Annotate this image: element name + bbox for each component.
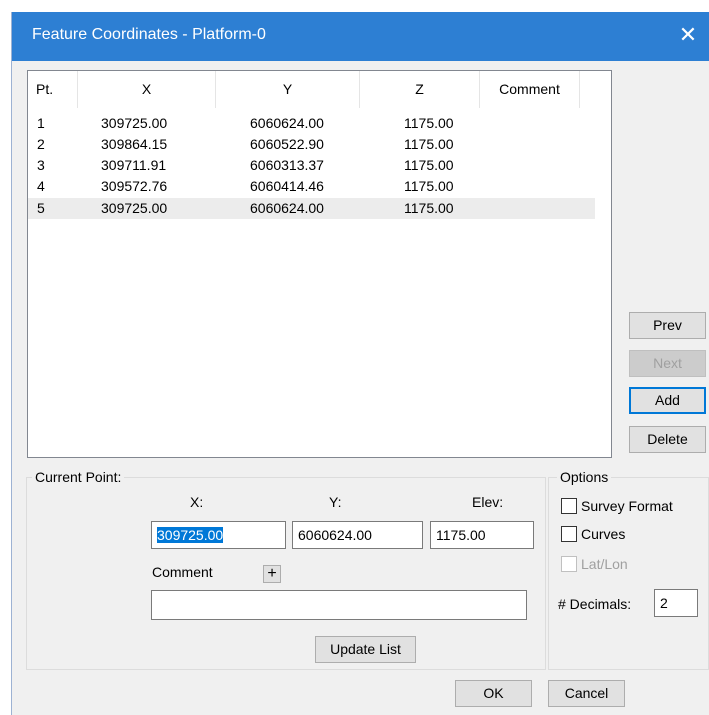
cell-y: 6060522.90 — [250, 136, 324, 152]
cell-z: 1175.00 — [404, 157, 454, 173]
list-header: Pt. X Y Z Comment — [28, 71, 595, 108]
comment-input[interactable] — [151, 590, 527, 620]
cell-z: 1175.00 — [404, 136, 454, 152]
checkbox-box — [561, 556, 577, 572]
cell-pt: 3 — [37, 157, 45, 173]
checkbox-box — [561, 526, 577, 542]
column-header-y[interactable]: Y — [216, 71, 360, 108]
curves-label: Curves — [581, 526, 626, 542]
title-bar: Feature Coordinates - Platform-0 ✕ — [12, 12, 709, 61]
coordinates-list[interactable]: Pt. X Y Z Comment 1 309725.00 6060624.00… — [27, 70, 612, 458]
table-row[interactable]: 1 309725.00 6060624.00 1175.00 — [28, 113, 595, 134]
next-button[interactable]: Next — [629, 350, 706, 377]
comment-label: Comment — [152, 564, 213, 580]
x-label: X: — [190, 494, 204, 510]
decimals-input[interactable]: 2 — [654, 589, 698, 617]
ok-button[interactable]: OK — [455, 680, 532, 707]
column-header-pt[interactable]: Pt. — [28, 71, 78, 108]
curves-checkbox[interactable]: Curves — [561, 526, 625, 542]
x-value: 309725.00 — [157, 527, 224, 543]
window-title: Feature Coordinates - Platform-0 — [32, 26, 266, 43]
survey-format-checkbox[interactable]: Survey Format — [561, 498, 673, 514]
cell-x: 309572.76 — [101, 178, 168, 194]
cell-x: 309711.91 — [101, 157, 167, 173]
column-header-z[interactable]: Z — [360, 71, 480, 108]
y-label: Y: — [329, 494, 342, 510]
current-point-group — [26, 477, 546, 670]
cell-y: 6060313.37 — [250, 157, 324, 173]
add-button[interactable]: Add — [629, 387, 706, 414]
table-row[interactable]: 3 309711.91 6060313.37 1175.00 — [28, 155, 595, 176]
lat-lon-label: Lat/Lon — [581, 556, 628, 572]
cell-z: 1175.00 — [404, 178, 454, 194]
close-icon[interactable]: ✕ — [675, 22, 701, 48]
cell-y: 6060624.00 — [250, 200, 324, 216]
dialog-window: Feature Coordinates - Platform-0 ✕ Pt. X… — [12, 12, 709, 715]
cell-pt: 2 — [37, 136, 45, 152]
lat-lon-checkbox[interactable]: Lat/Lon — [561, 556, 628, 572]
decimals-label: # Decimals: — [558, 596, 632, 612]
options-label: Options — [557, 469, 612, 485]
cell-pt: 5 — [37, 200, 45, 216]
cell-z: 1175.00 — [404, 200, 454, 216]
cell-z: 1175.00 — [404, 115, 454, 131]
elev-input[interactable]: 1175.00 — [430, 521, 534, 549]
cell-y: 6060624.00 — [250, 115, 324, 131]
cell-x: 309725.00 — [101, 115, 168, 131]
table-row[interactable]: 4 309572.76 6060414.46 1175.00 — [28, 176, 595, 197]
y-input[interactable]: 6060624.00 — [292, 521, 423, 549]
survey-format-label: Survey Format — [581, 498, 673, 514]
add-comment-icon[interactable]: + — [263, 565, 281, 583]
update-list-button[interactable]: Update List — [315, 636, 416, 663]
table-row-selected[interactable]: 5 309725.00 6060624.00 1175.00 — [28, 198, 595, 219]
cell-x: 309725.00 — [101, 200, 168, 216]
cell-y: 6060414.46 — [250, 178, 324, 194]
delete-button[interactable]: Delete — [629, 426, 706, 453]
elev-label: Elev: — [472, 494, 504, 510]
column-header-x[interactable]: X — [78, 71, 216, 108]
column-header-comment[interactable]: Comment — [480, 71, 580, 108]
cell-x: 309864.15 — [101, 136, 168, 152]
x-input[interactable]: 309725.00 — [151, 521, 286, 549]
prev-button[interactable]: Prev — [629, 312, 706, 339]
cancel-button[interactable]: Cancel — [548, 680, 625, 707]
table-row[interactable]: 2 309864.15 6060522.90 1175.00 — [28, 134, 595, 155]
current-point-label: Current Point: — [32, 469, 125, 485]
cell-pt: 4 — [37, 178, 45, 194]
cell-pt: 1 — [37, 115, 45, 131]
checkbox-box — [561, 498, 577, 514]
